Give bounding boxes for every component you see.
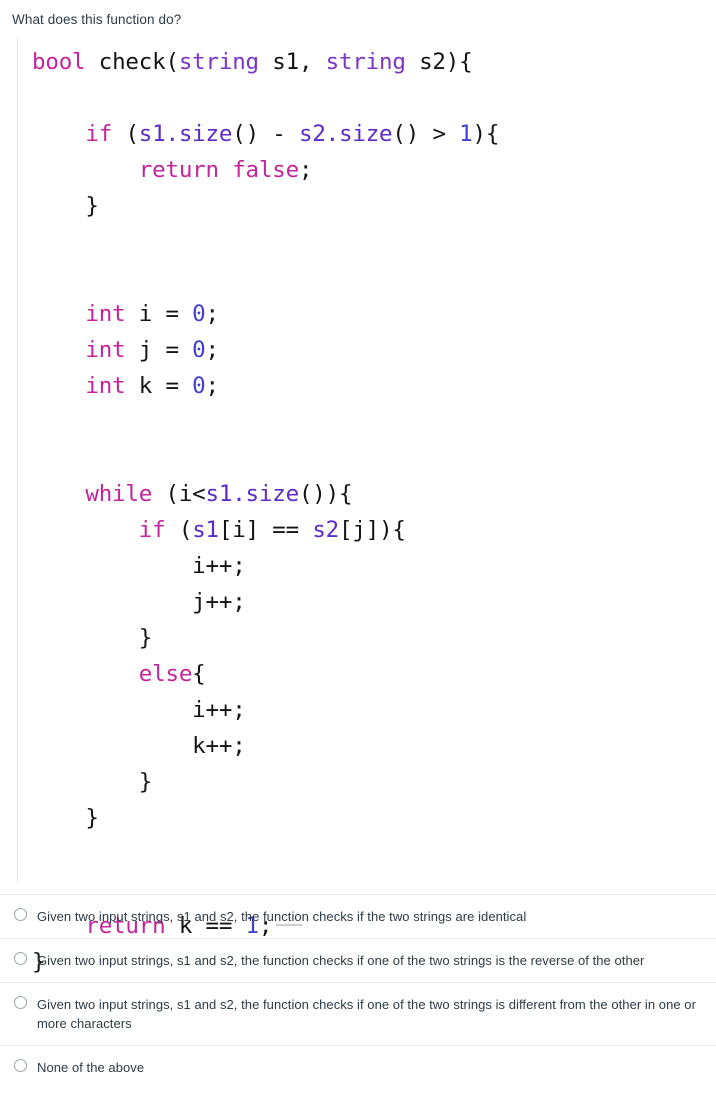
code-token-kw: bool xyxy=(32,49,86,75)
code-token-pln: ; xyxy=(205,337,220,363)
code-token-kw: if xyxy=(138,517,166,543)
code-token-pln: } xyxy=(32,625,153,651)
code-token-var: s1.size xyxy=(138,121,233,147)
code-token-pln: ; xyxy=(205,373,220,399)
radio-button-icon[interactable] xyxy=(14,1059,27,1072)
code-token-num: 0 xyxy=(192,373,206,399)
answer-option-label: Given two input strings, s1 and s2, the … xyxy=(37,997,696,1031)
code-token-num: 1 xyxy=(459,121,473,147)
code-token-num: 0 xyxy=(192,301,206,327)
answer-option-label: Given two input strings, s1 and s2, the … xyxy=(37,953,645,968)
answer-options-list: Given two input strings, s1 and s2, the … xyxy=(0,894,716,1089)
code-token-pln: () > xyxy=(392,121,460,147)
radio-button-icon[interactable] xyxy=(14,996,27,1009)
code-token-var: s1 xyxy=(192,517,219,543)
answer-option-label: Given two input strings, s1 and s2, the … xyxy=(37,909,527,924)
code-token-var: s2 xyxy=(312,517,340,543)
code-token-pln: } xyxy=(32,769,153,795)
code-token-kw: while xyxy=(85,481,153,507)
code-token-pln: { xyxy=(192,661,206,687)
code-token-num: 0 xyxy=(192,337,206,363)
answer-option-label: None of the above xyxy=(37,1060,145,1075)
code-token-pln: k = xyxy=(125,373,193,399)
radio-button-icon[interactable] xyxy=(14,952,27,965)
code-token-pln: } xyxy=(32,193,99,219)
code-token-pln: ; xyxy=(298,157,313,183)
code-token-pln: k++; xyxy=(32,733,246,759)
code-token-var: s1.size xyxy=(205,481,300,507)
code-token-pln: [j]){ xyxy=(339,517,406,543)
code-token-pln xyxy=(32,661,139,687)
question-prompt: What does this function do? xyxy=(12,12,182,27)
code-token-pln: check( xyxy=(85,49,179,75)
code-token-kw: else xyxy=(138,661,193,687)
code-token-pln xyxy=(32,157,139,183)
code-token-kw: int xyxy=(85,337,126,363)
code-token-pln: j++; xyxy=(32,589,246,615)
code-token-pln: [i] == xyxy=(218,517,313,543)
code-token-pln: ( xyxy=(112,121,139,147)
code-token-var: s2.size xyxy=(298,121,393,147)
code-listing: bool check(string s1, string s2){ if (s1… xyxy=(32,44,716,980)
code-token-pln: i++; xyxy=(32,697,246,723)
code-token-pln: ( xyxy=(165,517,193,543)
code-token-pln xyxy=(32,481,85,507)
code-token-pln: j = xyxy=(125,337,193,363)
code-token-typ: string xyxy=(178,49,259,75)
code-token-pln: ()){ xyxy=(298,481,353,507)
code-token-pln: s2){ xyxy=(405,49,473,75)
code-token-pln: ){ xyxy=(472,121,500,147)
code-token-pln: () - xyxy=(232,121,299,147)
code-token-pln xyxy=(32,337,85,363)
code-token-pln: } xyxy=(32,805,99,831)
code-token-kw: return false xyxy=(138,157,299,183)
code-token-pln: ; xyxy=(205,301,220,327)
code-token-pln xyxy=(32,517,139,543)
code-token-kw: if xyxy=(85,121,113,147)
code-token-typ: string xyxy=(325,49,406,75)
code-token-pln xyxy=(32,301,85,327)
code-token-pln: i++; xyxy=(32,553,246,579)
code-token-kw: int xyxy=(85,301,126,327)
radio-button-icon[interactable] xyxy=(14,908,27,921)
code-token-pln: s1, xyxy=(258,49,326,75)
code-token-pln xyxy=(32,121,85,147)
code-block: bool check(string s1, string s2){ if (s1… xyxy=(17,38,716,975)
code-token-kw: int xyxy=(85,373,126,399)
code-token-pln xyxy=(32,373,85,399)
answer-option-2[interactable]: Given two input strings, s1 and s2, the … xyxy=(0,939,716,983)
answer-option-4[interactable]: None of the above xyxy=(0,1046,716,1089)
code-token-pln: (i< xyxy=(152,481,206,507)
answer-option-3[interactable]: Given two input strings, s1 and s2, the … xyxy=(0,983,716,1046)
code-token-pln: i = xyxy=(125,301,193,327)
